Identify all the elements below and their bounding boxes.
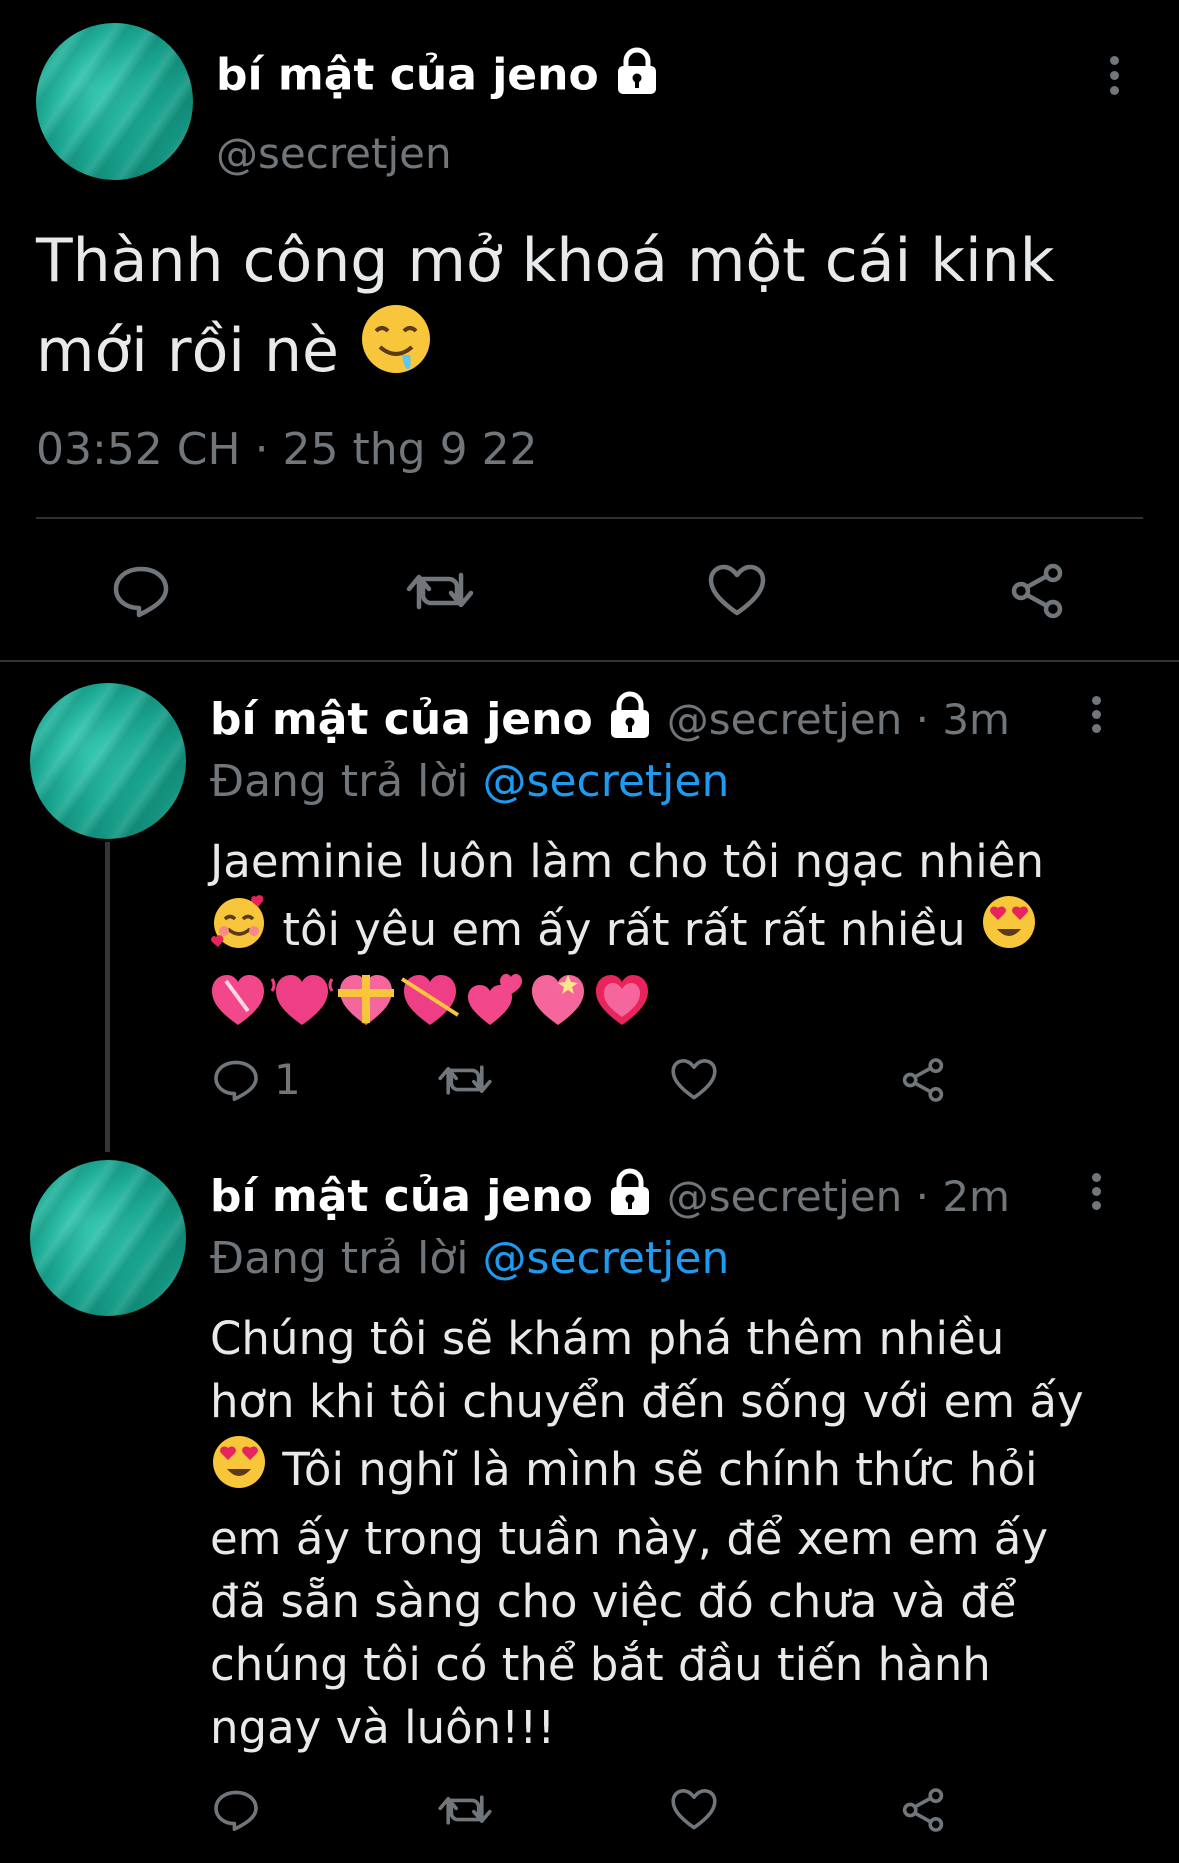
timestamp[interactable]: 03:52 CH · 25 thg 9 22 [36, 424, 538, 476]
reply-button[interactable] [212, 1787, 260, 1833]
more-options-button[interactable] [1077, 1168, 1117, 1218]
replying-to-handle[interactable]: @secretjen [483, 1233, 730, 1284]
like-icon[interactable] [707, 563, 767, 619]
reply-header: bí mật của jeno @secretjen · 2m [210, 1167, 1010, 1223]
reply-text-line: Jaeminie luôn làm cho tôi ngạc nhiên [210, 835, 1045, 888]
reply-text: Chúng tôi sẽ khám phá thêm nhiều hơn khi… [210, 1307, 1084, 1759]
display-name[interactable]: bí mật của jeno [210, 1171, 593, 1222]
reply-button[interactable] [212, 1057, 260, 1103]
reply-icon[interactable] [111, 563, 171, 619]
tweet-text-line: mới rồi nè [36, 316, 339, 386]
heart-emoji-row [210, 967, 1044, 1030]
avatar[interactable] [30, 1160, 186, 1316]
drooling-face-emoji [358, 301, 434, 397]
more-icon [1110, 56, 1119, 65]
lock-icon [607, 690, 653, 754]
reply-text-line: đã sẵn sàng cho việc đó chưa và để [210, 1575, 1017, 1628]
lock-icon [607, 1167, 653, 1231]
share-icon[interactable] [1007, 563, 1067, 619]
handle-time[interactable]: @secretjen · 3m [667, 695, 1010, 744]
tweet-text-line: Thành công mở khoá một cái kink [36, 226, 1055, 296]
heart-eyes-emoji [210, 1433, 268, 1507]
more-options-button[interactable] [1077, 691, 1117, 741]
reply-text: Jaeminie luôn làm cho tôi ngạc nhiên tôi… [210, 830, 1044, 1030]
handle-time[interactable]: @secretjen · 2m [667, 1172, 1010, 1221]
reply-header: bí mật của jeno @secretjen · 3m [210, 690, 1010, 746]
more-icon [1092, 1173, 1101, 1182]
share-button[interactable] [899, 1057, 947, 1103]
thread-line [105, 842, 110, 1152]
more-options-button[interactable] [1095, 52, 1135, 102]
reply-text-line: em ấy trong tuần này, để xem em ấy [210, 1512, 1048, 1565]
divider [36, 517, 1143, 519]
retweet-icon[interactable] [405, 563, 475, 619]
display-name[interactable]: bí mật của jeno [216, 46, 660, 109]
replying-to-label: Đang trả lời [210, 756, 469, 807]
tweet-text: Thành công mở khoá một cái kink mới rồi … [36, 222, 1054, 397]
reply-text-line: Tôi nghĩ là mình sẽ chính thức hỏi [282, 1443, 1038, 1496]
heart-eyes-emoji [980, 893, 1038, 967]
avatar[interactable] [30, 683, 186, 839]
like-button[interactable] [670, 1787, 718, 1833]
heart-emoji [212, 975, 264, 1025]
smiling-hearts-emoji [210, 893, 268, 967]
more-icon [1092, 696, 1101, 705]
display-name-text: bí mật của jeno [216, 49, 599, 101]
lock-icon [614, 46, 660, 109]
replying-to: Đang trả lời @secretjen [210, 1231, 729, 1287]
replying-to-handle[interactable]: @secretjen [483, 756, 730, 807]
reply-text-line: Chúng tôi sẽ khám phá thêm nhiều [210, 1312, 1005, 1365]
replying-to: Đang trả lời @secretjen [210, 754, 729, 810]
like-button[interactable] [670, 1057, 718, 1103]
handle[interactable]: @secretjen [216, 128, 452, 180]
retweet-button[interactable] [437, 1057, 493, 1103]
reply-text-line: ngay và luôn!!! [210, 1701, 556, 1754]
reply-count: 1 [274, 1055, 301, 1104]
divider [0, 660, 1179, 662]
avatar[interactable] [36, 23, 193, 180]
share-button[interactable] [899, 1787, 947, 1833]
retweet-button[interactable] [437, 1787, 493, 1833]
replying-to-label: Đang trả lời [210, 1233, 469, 1284]
reply-text-line: tôi yêu em ấy rất rất rất nhiều [282, 903, 966, 956]
display-name[interactable]: bí mật của jeno [210, 694, 593, 745]
reply-text-line: hơn khi tôi chuyển đến sống với em ấy [210, 1375, 1084, 1428]
reply-text-line: chúng tôi có thể bắt đầu tiến hành [210, 1638, 991, 1691]
